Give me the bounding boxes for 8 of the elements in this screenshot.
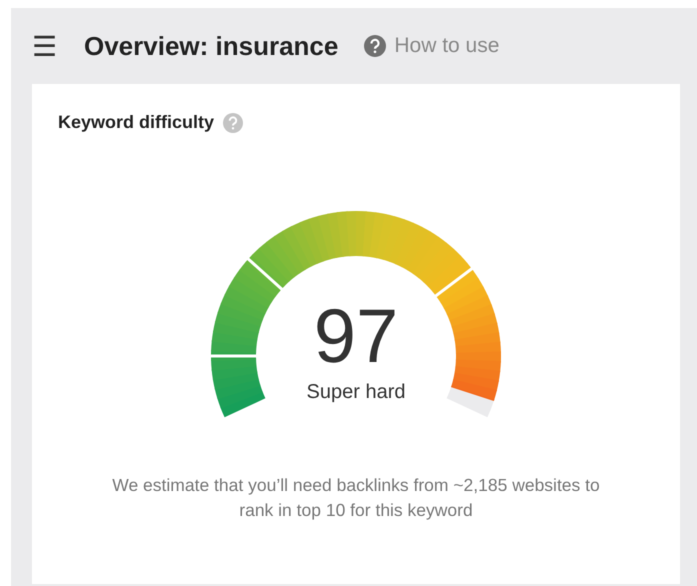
card-title: Keyword difficulty	[58, 112, 214, 133]
help-icon	[364, 35, 386, 57]
backlinks-estimate: We estimate that you’ll need backlinks from ~2,185 websites to rank in top 10 for this keyword	[111, 474, 601, 522]
difficulty-label: Super hard	[306, 381, 406, 404]
difficulty-score: 97	[312, 299, 400, 375]
menu-icon[interactable]: ☰	[32, 30, 72, 62]
page-title: Overview: insurance	[84, 30, 338, 62]
help-icon[interactable]	[223, 112, 244, 132]
